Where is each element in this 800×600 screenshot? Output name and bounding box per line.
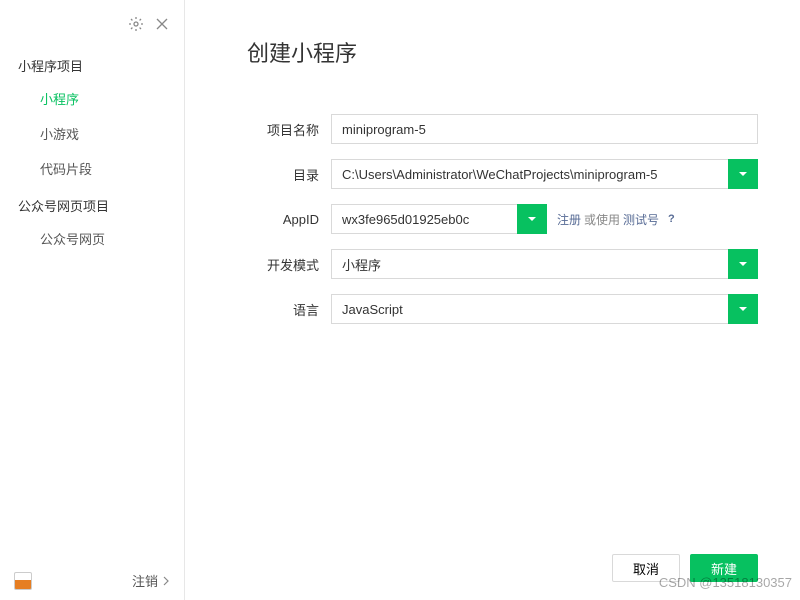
- logout-button[interactable]: 注销: [132, 571, 170, 590]
- input-project-name[interactable]: [331, 114, 758, 144]
- link-register[interactable]: 注册: [557, 211, 581, 228]
- input-directory[interactable]: C:\Users\Administrator\WeChatProjects\mi…: [331, 159, 728, 189]
- chevron-right-icon: [162, 576, 170, 586]
- dev-mode-dropdown-button[interactable]: [728, 249, 758, 279]
- main: 创建小程序 项目名称 目录 C:\Users\Administrator\WeC…: [185, 0, 800, 600]
- page-title: 创建小程序: [247, 36, 758, 68]
- sidebar-item-minigame[interactable]: 小游戏: [0, 116, 184, 151]
- sidebar-item-miniprogram[interactable]: 小程序: [0, 81, 184, 116]
- sidebar-item-snippet[interactable]: 代码片段: [0, 151, 184, 186]
- directory-dropdown-button[interactable]: [728, 159, 758, 189]
- label-appid: AppID: [247, 212, 319, 227]
- help-icon[interactable]: ?: [668, 213, 675, 225]
- select-dev-mode[interactable]: 小程序: [331, 249, 728, 279]
- chevron-down-icon: [738, 259, 748, 269]
- sidebar-footer: 注销: [0, 561, 184, 600]
- label-directory: 目录: [247, 165, 319, 184]
- label-dev-mode: 开发模式: [247, 255, 319, 274]
- label-language: 语言: [247, 300, 319, 319]
- language-dropdown-button[interactable]: [728, 294, 758, 324]
- chevron-down-icon: [738, 304, 748, 314]
- link-test-account[interactable]: 测试号: [623, 211, 659, 228]
- sidebar-item-official-account[interactable]: 公众号网页: [0, 221, 184, 256]
- row-language: 语言 JavaScript: [247, 294, 758, 324]
- input-appid[interactable]: wx3fe965d01925eb0c: [331, 204, 517, 234]
- logout-label: 注销: [132, 571, 158, 590]
- cancel-button[interactable]: 取消: [612, 554, 680, 582]
- text-or-use: 或使用: [584, 211, 620, 228]
- sidebar: 小程序项目 小程序 小游戏 代码片段 公众号网页项目 公众号网页 注销: [0, 0, 185, 600]
- appid-extra: 注册 或使用 测试号 ?: [557, 211, 675, 228]
- avatar[interactable]: [14, 572, 32, 590]
- sidebar-header: [0, 10, 184, 46]
- gear-icon[interactable]: [128, 16, 144, 32]
- row-project-name: 项目名称: [247, 114, 758, 144]
- row-appid: AppID wx3fe965d01925eb0c 注册 或使用 测试号 ?: [247, 204, 758, 234]
- row-dev-mode: 开发模式 小程序: [247, 249, 758, 279]
- sidebar-section-title: 小程序项目: [0, 46, 184, 81]
- chevron-down-icon: [527, 214, 537, 224]
- select-language[interactable]: JavaScript: [331, 294, 728, 324]
- confirm-button[interactable]: 新建: [690, 554, 758, 582]
- label-project-name: 项目名称: [247, 120, 319, 139]
- footer-bar: 取消 新建: [247, 540, 758, 600]
- appid-dropdown-button[interactable]: [517, 204, 547, 234]
- row-directory: 目录 C:\Users\Administrator\WeChatProjects…: [247, 159, 758, 189]
- close-icon[interactable]: [154, 16, 170, 32]
- sidebar-section-title: 公众号网页项目: [0, 186, 184, 221]
- chevron-down-icon: [738, 169, 748, 179]
